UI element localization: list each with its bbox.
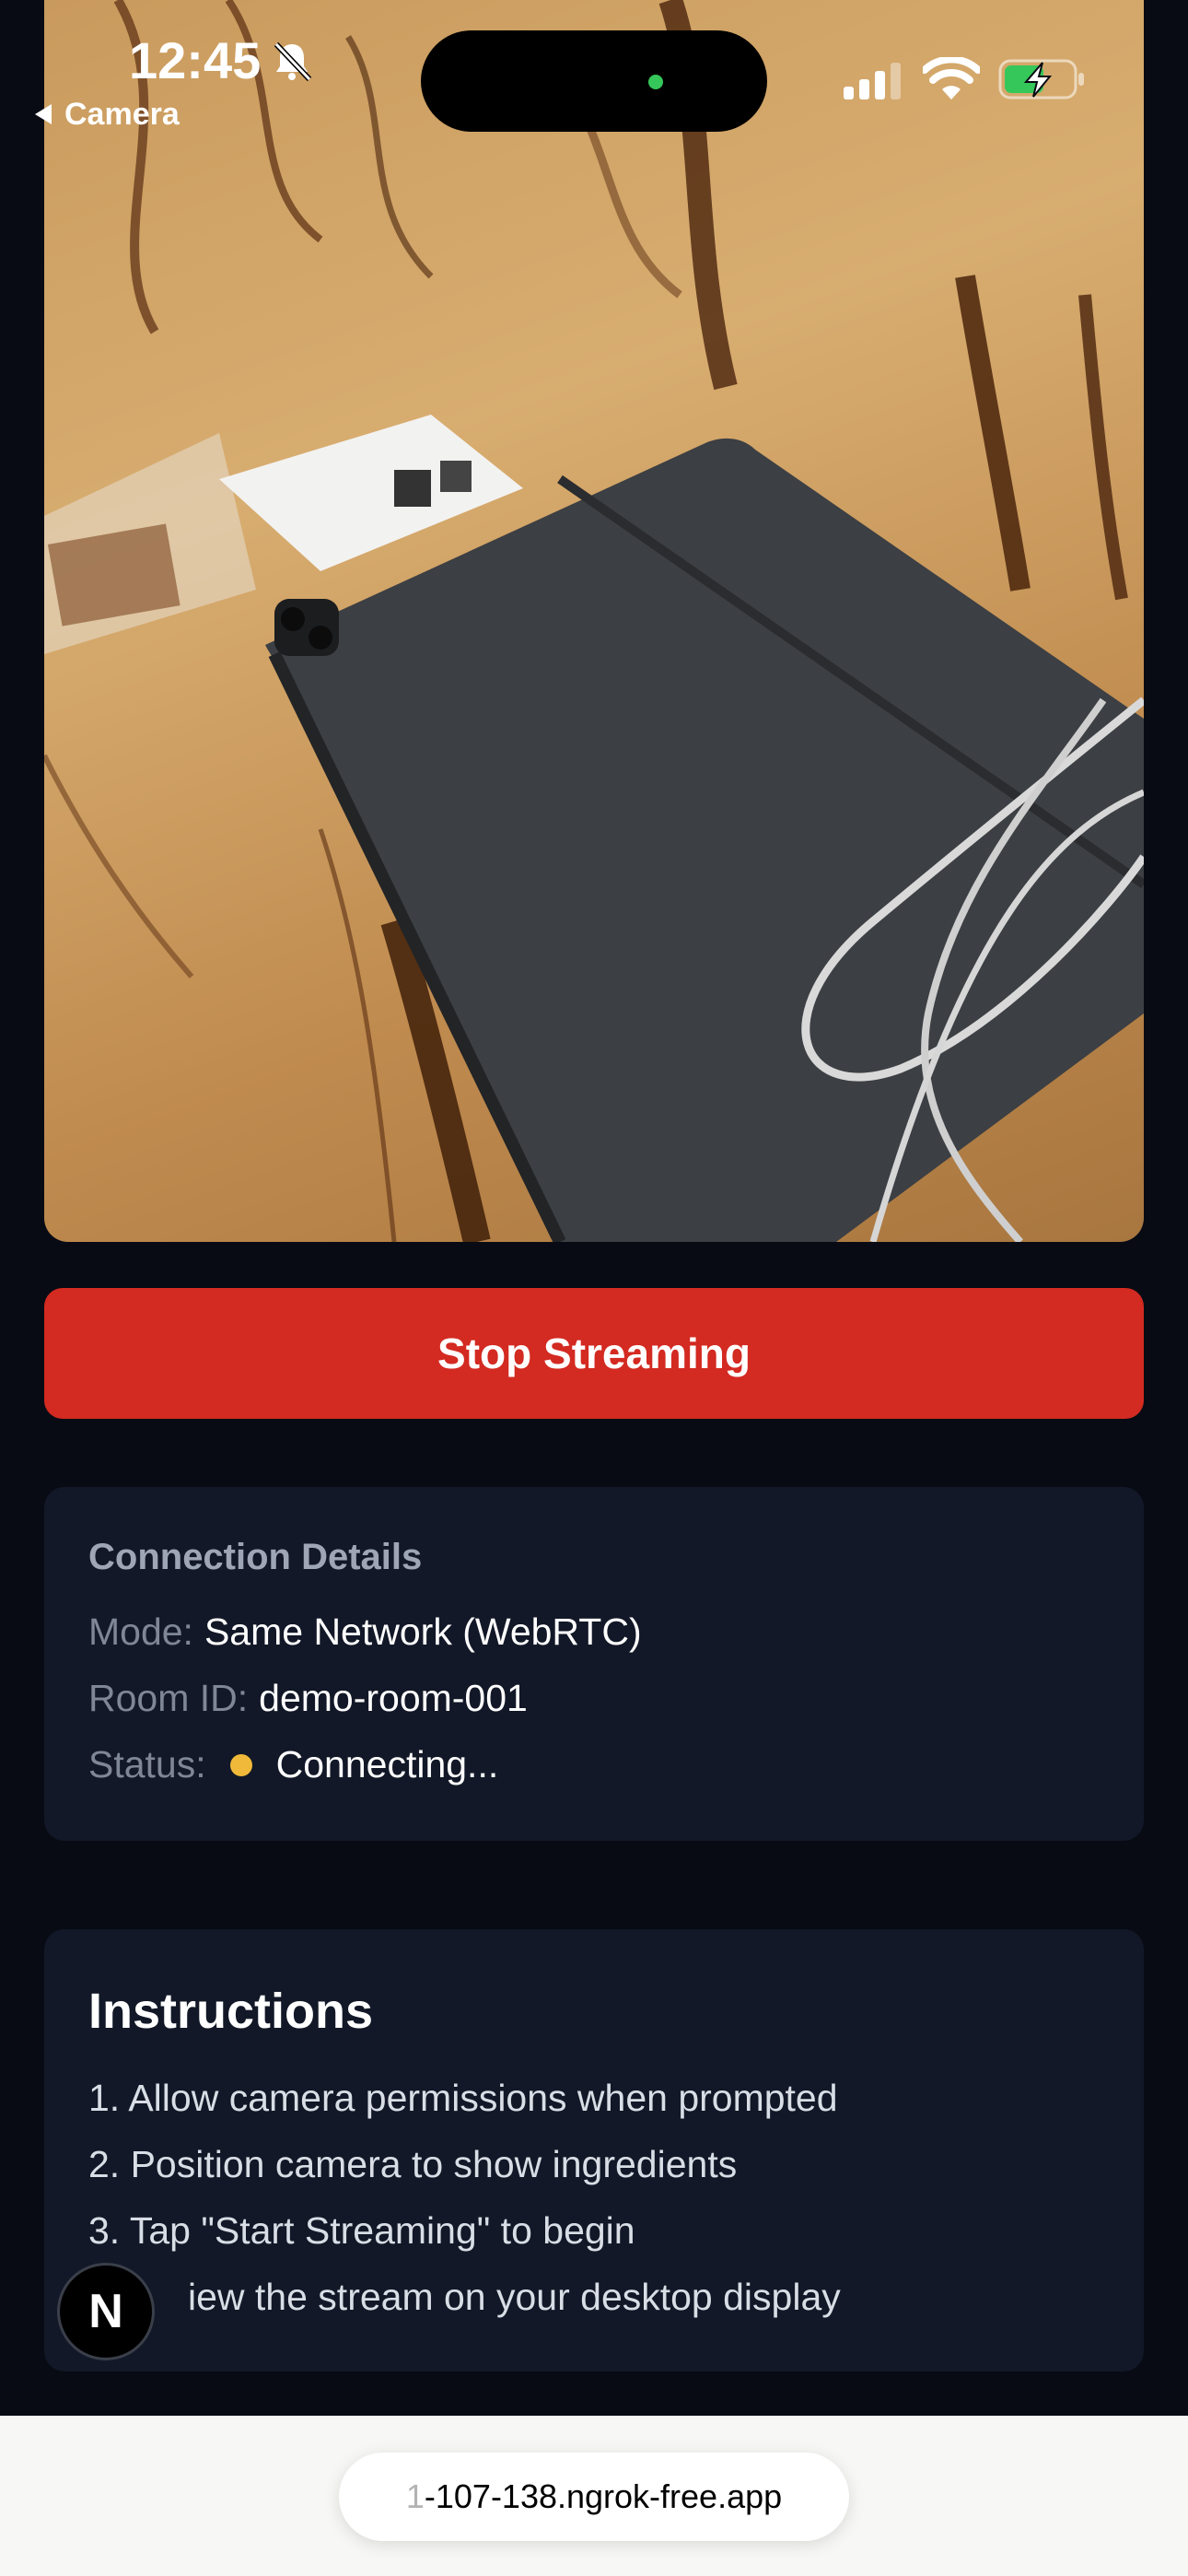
back-arrow-icon — [35, 104, 52, 124]
browser-bottom-bar: 1 -107-138.ngrok-free.app — [0, 2416, 1188, 2576]
status-row: Status: Connecting... — [88, 1743, 498, 1786]
instructions-card: Instructions 1. Allow camera permissions… — [44, 1929, 1144, 2371]
nextjs-logo-icon: N — [88, 2285, 123, 2338]
instruction-step: 3. Tap "Start Streaming" to begin — [88, 2209, 635, 2252]
status-value: Connecting... — [275, 1743, 499, 1786]
status-time: 12:45 — [129, 31, 262, 89]
nextjs-dev-badge[interactable]: N — [57, 2263, 155, 2360]
signal-icon — [844, 63, 901, 100]
back-to-camera-link[interactable]: Camera — [35, 96, 180, 133]
mode-row: Mode: Same Network (WebRTC) — [88, 1610, 642, 1654]
instruction-step: 2. Position camera to show ingredients — [88, 2143, 738, 2185]
room-id-row: Room ID: demo-room-001 — [88, 1677, 528, 1720]
instruction-step: iew the stream on your desktop display — [188, 2276, 841, 2318]
status-label: Status: — [88, 1743, 206, 1786]
back-link-label: Camera — [64, 96, 180, 132]
instruction-step: 1. Allow camera permissions when prompte… — [88, 2077, 838, 2119]
mode-label: Mode: — [88, 1610, 193, 1653]
wifi-icon — [923, 57, 980, 100]
room-id-label: Room ID: — [88, 1677, 249, 1719]
camera-preview — [44, 0, 1144, 1242]
camera-indicator-dot — [648, 75, 663, 89]
dynamic-island — [421, 30, 767, 132]
url-prefix: 1 — [405, 2477, 425, 2515]
connection-details-heading: Connection Details — [88, 1537, 423, 1577]
battery-charging-icon — [998, 59, 1084, 100]
connection-details-card: Connection Details Mode: Same Network (W… — [44, 1487, 1144, 1841]
instructions-heading: Instructions — [88, 1984, 374, 2039]
address-bar[interactable]: 1 -107-138.ngrok-free.app — [339, 2453, 849, 2541]
bell-slash-icon — [274, 41, 312, 82]
url-text: -107-138.ngrok-free.app — [424, 2477, 783, 2515]
mode-value: Same Network (WebRTC) — [204, 1610, 642, 1653]
status-indicator-icon — [229, 1753, 252, 1776]
room-id-value: demo-room-001 — [259, 1677, 528, 1719]
stop-streaming-button[interactable]: Stop Streaming — [44, 1288, 1144, 1419]
camera-feed-image — [44, 0, 1144, 1242]
